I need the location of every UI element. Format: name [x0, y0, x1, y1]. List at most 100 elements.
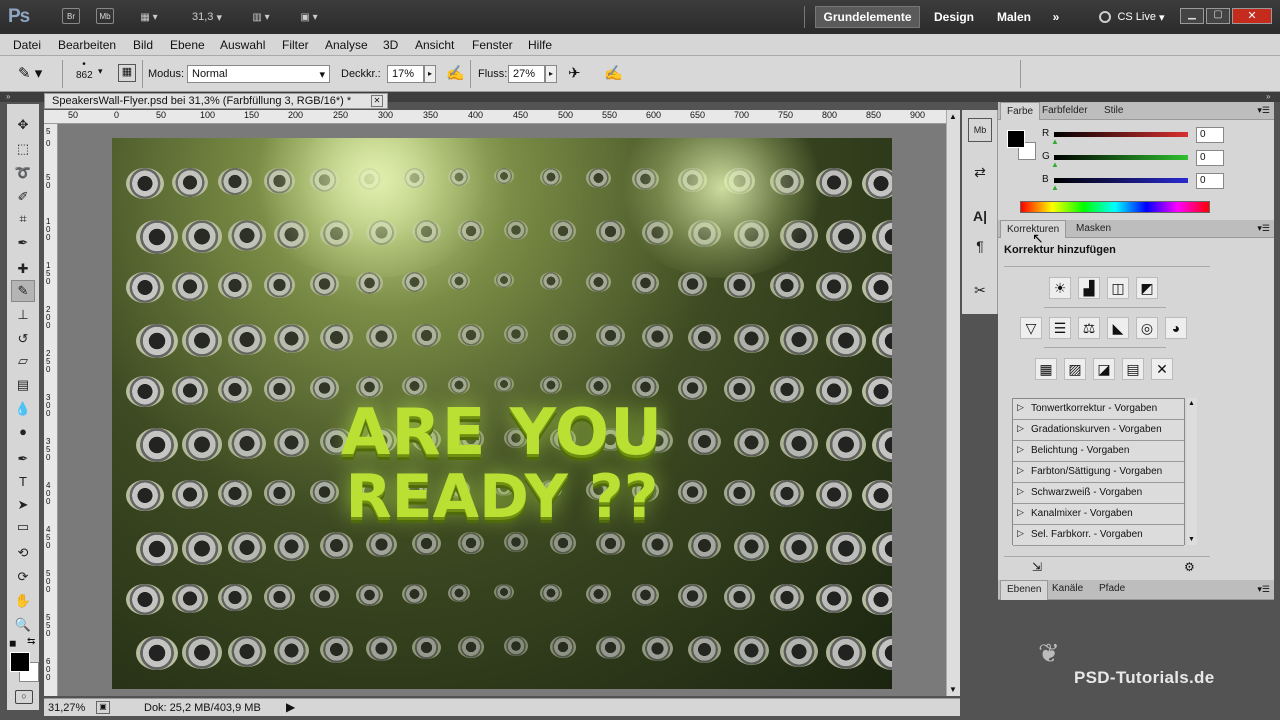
status-menu-icon[interactable]: ▶ — [286, 700, 295, 714]
flow-input[interactable]: 27% — [508, 65, 545, 83]
status-info-icon[interactable]: ▣ — [96, 701, 110, 714]
screen-mode-icon[interactable]: ▣ ▾ — [292, 8, 326, 26]
zoom-tool-icon[interactable]: 🔍 — [11, 614, 35, 636]
menu-ansicht[interactable]: Ansicht — [415, 38, 454, 52]
exposure-icon[interactable]: ◩ — [1136, 277, 1158, 299]
flow-slider-toggle[interactable]: ▸ — [545, 65, 557, 83]
preset-farbton-saettigung[interactable]: Farbton/Sättigung - Vorgaben — [1013, 462, 1184, 483]
cs-live-menu[interactable]: CS Live ▾ — [1092, 6, 1172, 28]
workspace-grundelemente[interactable]: Grundelemente — [815, 6, 920, 28]
brightness-contrast-icon[interactable]: ☀ — [1049, 277, 1071, 299]
status-zoom[interactable]: 31,27% — [48, 702, 85, 714]
3d-rotate-tool-icon[interactable]: ⟲ — [11, 542, 35, 564]
slider-handle-icon[interactable]: ▲ — [1051, 137, 1059, 146]
clone-stamp-tool-icon[interactable]: ⊥ — [11, 304, 35, 326]
slider-handle-icon[interactable]: ▲ — [1051, 183, 1059, 192]
channel-b-value[interactable]: 0 — [1196, 173, 1224, 189]
zoom-level-dropdown[interactable]: 31,3 ▾ — [182, 8, 232, 26]
brush-tool-icon[interactable]: ✎ — [11, 280, 35, 302]
levels-icon[interactable]: ▟ — [1078, 277, 1100, 299]
eyedropper-tool-icon[interactable]: ✒ — [11, 232, 35, 254]
paragraph-panel-icon[interactable]: ¶ — [968, 234, 992, 258]
panel-menu-icon[interactable]: ▾☰ — [1257, 223, 1270, 234]
maximize-window-button[interactable]: ▢ — [1206, 8, 1230, 24]
menu-filter[interactable]: Filter — [282, 38, 309, 52]
menu-fenster[interactable]: Fenster — [472, 38, 513, 52]
channel-r-slider[interactable] — [1054, 132, 1188, 137]
gradient-map-icon[interactable]: ▤ — [1122, 358, 1144, 380]
channel-r-value[interactable]: 0 — [1196, 127, 1224, 143]
3d-orbit-tool-icon[interactable]: ⟳ — [11, 566, 35, 588]
invert-icon[interactable]: ▦ — [1035, 358, 1057, 380]
swap-colors-icon[interactable]: ⇆ — [27, 636, 35, 647]
menu-3d[interactable]: 3D — [383, 38, 398, 52]
crop-tool-icon[interactable]: ⌗ — [11, 208, 35, 230]
vertical-scrollbar[interactable]: ▲ ▼ — [946, 110, 960, 696]
expand-tools-icon[interactable]: » — [6, 92, 10, 101]
color-balance-icon[interactable]: ⚖ — [1078, 317, 1100, 339]
curves-icon[interactable]: ◫ — [1107, 277, 1129, 299]
slider-handle-icon[interactable]: ▲ — [1051, 160, 1059, 169]
vibrance-icon[interactable]: ▽ — [1020, 317, 1042, 339]
type-tool-icon[interactable]: T — [11, 470, 35, 492]
clip-to-layer-icon[interactable]: ⇲ — [1032, 560, 1042, 574]
history-panel-icon[interactable]: ⇄ — [968, 160, 992, 184]
tools-presets-icon[interactable]: ✂ — [968, 278, 992, 302]
preset-tonwertkorrektur[interactable]: Tonwertkorrektur - Vorgaben — [1013, 399, 1184, 420]
more-workspaces-icon[interactable]: » — [1046, 6, 1066, 28]
menu-analyse[interactable]: Analyse — [325, 38, 368, 52]
color-foreground-swatch[interactable] — [1007, 130, 1025, 148]
posterize-icon[interactable]: ▨ — [1064, 358, 1086, 380]
channel-g-slider[interactable] — [1054, 155, 1188, 160]
preset-sel-farbkorr[interactable]: Sel. Farbkorr. - Vorgaben — [1013, 525, 1184, 546]
character-panel-icon[interactable]: A| — [968, 204, 992, 228]
channel-mixer-icon[interactable]: ◕ — [1165, 317, 1187, 339]
tab-stile[interactable]: Stile — [1098, 102, 1129, 120]
selective-color-icon[interactable]: ✕ — [1151, 358, 1173, 380]
black-white-icon[interactable]: ◣ — [1107, 317, 1129, 339]
quick-mask-icon[interactable]: ○ — [15, 690, 33, 704]
preset-kanalmixer[interactable]: Kanalmixer - Vorgaben — [1013, 504, 1184, 525]
blend-mode-select[interactable]: Normal ▾ — [187, 65, 330, 83]
opacity-slider-toggle[interactable]: ▸ — [424, 65, 436, 83]
opacity-input[interactable]: 17% — [387, 65, 424, 83]
threshold-icon[interactable]: ◪ — [1093, 358, 1115, 380]
mini-bridge-panel-icon[interactable]: Mb — [968, 118, 992, 142]
color-spectrum-ramp[interactable] — [1020, 201, 1210, 213]
tab-farbfelder[interactable]: Farbfelder — [1036, 102, 1094, 120]
collapse-panels-icon[interactable]: » — [1266, 92, 1270, 101]
hand-tool-icon[interactable]: ✋ — [11, 590, 35, 612]
arrange-documents-icon[interactable]: ▥ ▾ — [244, 8, 278, 26]
menu-auswahl[interactable]: Auswahl — [220, 38, 265, 52]
shape-tool-icon[interactable]: ▭ — [11, 516, 35, 538]
lasso-tool-icon[interactable]: ➰ — [11, 162, 35, 184]
scroll-down-icon[interactable]: ▼ — [949, 685, 957, 694]
quick-selection-tool-icon[interactable]: ✐ — [11, 186, 35, 208]
brush-size-picker[interactable]: • 862 — [76, 59, 93, 81]
menu-ebene[interactable]: Ebene — [170, 38, 205, 52]
tablet-opacity-pressure-icon[interactable]: ✍ — [446, 64, 465, 82]
tablet-size-pressure-icon[interactable]: ✍ — [604, 64, 623, 82]
document-tab[interactable]: SpeakersWall-Flyer.psd bei 31,3% (Farbfü… — [44, 93, 388, 109]
panel-menu-icon[interactable]: ▾☰ — [1257, 584, 1270, 595]
minimize-window-button[interactable]: ▁ — [1180, 8, 1204, 24]
document-canvas-image[interactable]: ARE YOU READY ?? — [112, 138, 892, 689]
path-selection-tool-icon[interactable]: ➤ — [11, 494, 35, 516]
panel-menu-icon[interactable]: ▾☰ — [1257, 105, 1270, 116]
brush-preset-icon[interactable]: ✎ ▾ — [18, 64, 42, 82]
menu-hilfe[interactable]: Hilfe — [528, 38, 552, 52]
gradient-tool-icon[interactable]: ▤ — [11, 374, 35, 396]
eraser-tool-icon[interactable]: ▱ — [11, 350, 35, 372]
mini-bridge-button[interactable]: Mb — [96, 8, 114, 24]
workspace-design[interactable]: Design — [926, 6, 982, 28]
close-window-button[interactable]: ✕ — [1232, 8, 1272, 24]
preset-belichtung[interactable]: Belichtung - Vorgaben — [1013, 441, 1184, 462]
presets-scrollbar[interactable]: ▲ ▼ — [1187, 398, 1197, 545]
photo-filter-icon[interactable]: ◎ — [1136, 317, 1158, 339]
tab-farbe[interactable]: Farbe — [1000, 102, 1041, 120]
marquee-tool-icon[interactable]: ⬚ — [11, 138, 35, 160]
pen-tool-icon[interactable]: ✒ — [11, 448, 35, 470]
tab-kanaele[interactable]: Kanäle — [1046, 580, 1089, 598]
preset-gradationskurven[interactable]: Gradationskurven - Vorgaben — [1013, 420, 1184, 441]
move-tool-icon[interactable]: ✥ — [11, 114, 35, 136]
